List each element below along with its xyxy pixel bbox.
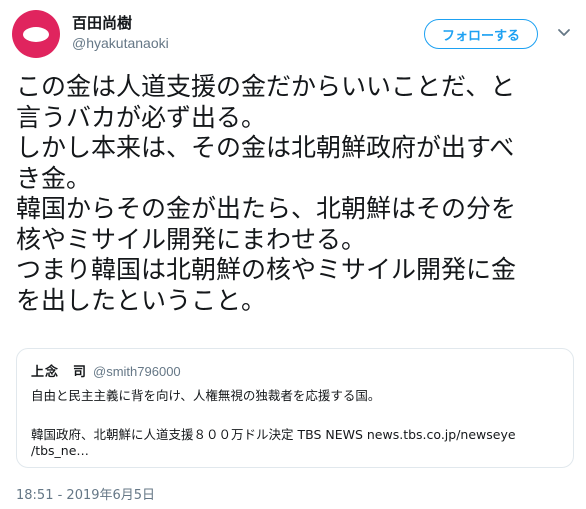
follow-button[interactable]: フォローする — [424, 19, 538, 49]
quoted-tweet-link[interactable]: /tbs_ne… — [31, 443, 89, 458]
author-display-name[interactable]: 百田尚樹 — [72, 12, 132, 33]
author-handle[interactable]: @hyakutanaoki — [72, 35, 169, 51]
tweet-line: 韓国からその金が出たら、北朝鮮はその分を — [16, 194, 517, 223]
tweet-line: 核やミサイル開発にまわせる。 — [16, 224, 367, 254]
quoted-tweet-header: 上念 司 @smith796000 — [31, 361, 181, 380]
tweet-line: き金。 — [16, 163, 92, 193]
quoted-author-name: 上念 司 — [31, 365, 88, 380]
avatar[interactable] — [12, 10, 60, 58]
tweet-line: を出したということ。 — [16, 285, 267, 315]
chevron-down-icon[interactable] — [557, 28, 571, 38]
quoted-tweet-card[interactable]: 上念 司 @smith796000 自由と民主主義に背を向け、人権無視の独裁者を応… — [16, 348, 574, 468]
quoted-tweet-text-line: 自由と民主主義に背を向け、人権無視の独裁者を応援する国。 — [31, 388, 381, 403]
tweet-line: 言うバカが必ず出る。 — [16, 102, 267, 132]
tweet-timestamp[interactable]: 18:51 - 2019年6月5日 — [16, 484, 155, 503]
avatar-icon — [23, 26, 49, 42]
tweet-line: この金は人道支援の金だからいいことだ、と — [16, 72, 516, 101]
tweet-text: この金は人道支援の金だからいいことだ、と 言うバカが必ず出る。 しかし本来は、そ… — [16, 72, 578, 316]
tweet-line: つまり韓国は北朝鮮の核やミサイル開発に金 — [16, 255, 517, 284]
tweet-line: しかし本来は、その金は北朝鮮政府が出すべ — [16, 133, 515, 162]
quoted-author-handle: @smith796000 — [93, 364, 181, 379]
quoted-tweet-text-line: 韓国政府、北朝鮮に人道支援８００万ドル決定 TBS NEWS news.tbs.… — [31, 427, 516, 442]
